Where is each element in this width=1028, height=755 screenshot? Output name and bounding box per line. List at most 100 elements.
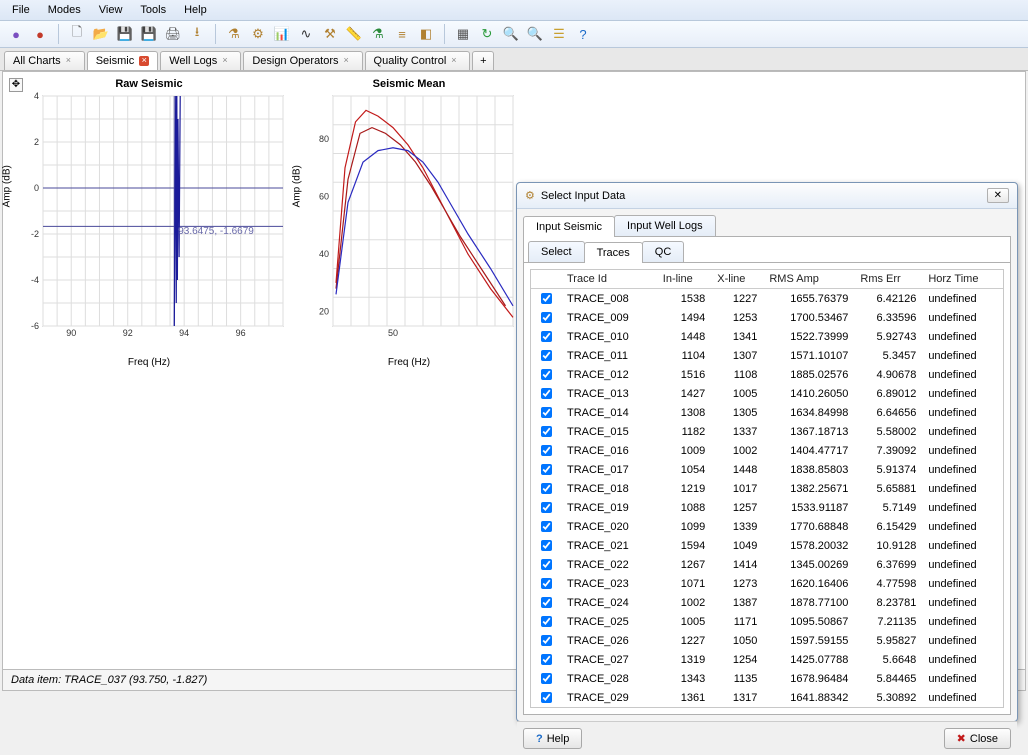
menu-modes[interactable]: Modes — [40, 2, 89, 18]
table-row[interactable]: TRACE_011110413071571.101075.3457undefin… — [531, 346, 1003, 365]
table-row[interactable]: TRACE_015118213371367.187135.58002undefi… — [531, 422, 1003, 441]
inner-tab-select[interactable]: Select — [528, 241, 585, 262]
menu-file[interactable]: File — [4, 2, 38, 18]
tab-all-charts[interactable]: All Charts× — [4, 51, 85, 70]
ruler-icon[interactable]: 📏 — [344, 24, 364, 44]
tab-close-icon[interactable]: × — [139, 56, 149, 66]
row-checkbox[interactable] — [541, 483, 552, 494]
sphere-red-icon[interactable]: ● — [30, 24, 50, 44]
row-checkbox[interactable] — [541, 578, 552, 589]
row-checkbox[interactable] — [541, 540, 552, 551]
table-row[interactable]: TRACE_019108812571533.911875.7149undefin… — [531, 498, 1003, 517]
table-row[interactable]: TRACE_014130813051634.849986.64656undefi… — [531, 403, 1003, 422]
menu-tools[interactable]: Tools — [132, 2, 174, 18]
col-x-line[interactable]: X-line — [711, 270, 763, 289]
open-folder-icon[interactable]: 📂 — [91, 24, 111, 44]
table-row[interactable]: TRACE_021159410491578.2003210.9128undefi… — [531, 536, 1003, 555]
row-checkbox[interactable] — [541, 521, 552, 532]
export-icon[interactable]: ⭳ — [187, 24, 207, 44]
flask-icon[interactable]: ⚗ — [368, 24, 388, 44]
dialog-close-x[interactable]: ✕ — [987, 188, 1009, 203]
table-row[interactable]: TRACE_018121910171382.256715.65881undefi… — [531, 479, 1003, 498]
outer-tab-input-seismic[interactable]: Input Seismic — [523, 216, 615, 237]
row-checkbox[interactable] — [541, 502, 552, 513]
help-icon[interactable]: ? — [573, 24, 593, 44]
inner-tab-traces[interactable]: Traces — [584, 242, 643, 263]
row-checkbox[interactable] — [541, 654, 552, 665]
row-checkbox[interactable] — [541, 331, 552, 342]
print-icon[interactable]: 🖨 — [163, 24, 183, 44]
tab-close-icon[interactable]: × — [66, 56, 76, 66]
cube-icon[interactable]: ◧ — [416, 24, 436, 44]
add-tab-button[interactable]: + — [472, 51, 494, 70]
row-checkbox[interactable] — [541, 692, 552, 703]
sliders-icon[interactable]: ⚒ — [320, 24, 340, 44]
col-rms-amp[interactable]: RMS Amp — [763, 270, 854, 289]
wizard-icon[interactable]: ⚗ — [224, 24, 244, 44]
tab-well-logs[interactable]: Well Logs× — [160, 51, 241, 70]
row-checkbox[interactable] — [541, 445, 552, 456]
tab-close-icon[interactable]: × — [451, 56, 461, 66]
sphere-purple-icon[interactable]: ● — [6, 24, 26, 44]
outer-tab-input-well-logs[interactable]: Input Well Logs — [614, 215, 716, 236]
table-row[interactable]: TRACE_010144813411522.739995.92743undefi… — [531, 327, 1003, 346]
menu-help[interactable]: Help — [176, 2, 215, 18]
traces-table-wrap[interactable]: Trace IdIn-lineX-lineRMS AmpRms ErrHorz … — [530, 269, 1004, 708]
row-checkbox[interactable] — [541, 426, 552, 437]
tab-quality-control[interactable]: Quality Control× — [365, 51, 471, 70]
col-rms-err[interactable]: Rms Err — [854, 270, 922, 289]
col-trace-id[interactable]: Trace Id — [561, 270, 657, 289]
table-row[interactable]: TRACE_025100511711095.508677.21135undefi… — [531, 612, 1003, 631]
save-all-icon[interactable]: 💾 — [139, 24, 159, 44]
chart-icon[interactable]: 📊 — [272, 24, 292, 44]
row-checkbox[interactable] — [541, 616, 552, 627]
row-checkbox[interactable] — [541, 635, 552, 646]
save-icon[interactable]: 💾 — [115, 24, 135, 44]
gears-icon[interactable]: ⚙ — [248, 24, 268, 44]
zoom-in-icon[interactable]: 🔍 — [501, 24, 521, 44]
row-checkbox[interactable] — [541, 464, 552, 475]
help-button[interactable]: ? Help — [523, 728, 582, 749]
chart-plot[interactable]: 90929496-6-4-2024 — [9, 92, 289, 352]
row-checkbox[interactable] — [541, 350, 552, 361]
row-checkbox[interactable] — [541, 673, 552, 684]
col-in-line[interactable]: In-line — [657, 270, 711, 289]
table-row[interactable]: TRACE_020109913391770.688486.15429undefi… — [531, 517, 1003, 536]
zoom-out-icon[interactable]: 🔍 — [525, 24, 545, 44]
stack-icon[interactable]: ☰ — [549, 24, 569, 44]
waveform-icon[interactable]: ∿ — [296, 24, 316, 44]
table-row[interactable]: TRACE_027131912541425.077885.6648undefin… — [531, 650, 1003, 669]
row-checkbox[interactable] — [541, 293, 552, 304]
tab-close-icon[interactable]: × — [344, 56, 354, 66]
table-row[interactable]: TRACE_026122710501597.591555.95827undefi… — [531, 631, 1003, 650]
table-row[interactable]: TRACE_008153812271655.763796.42126undefi… — [531, 289, 1003, 309]
table-row[interactable]: TRACE_013142710051410.260506.89012undefi… — [531, 384, 1003, 403]
col-horz-time[interactable]: Horz Time — [922, 270, 1003, 289]
row-checkbox[interactable] — [541, 597, 552, 608]
table-row[interactable]: TRACE_023107112731620.164064.77598undefi… — [531, 574, 1003, 593]
row-checkbox[interactable] — [541, 407, 552, 418]
chart-plot[interactable]: 5020406080 — [299, 92, 519, 352]
table-row[interactable]: TRACE_017105414481838.858035.91374undefi… — [531, 460, 1003, 479]
table-row[interactable]: TRACE_012151611081885.025764.90678undefi… — [531, 365, 1003, 384]
dialog-titlebar[interactable]: ⚙ Select Input Data ✕ — [517, 183, 1017, 209]
layers-icon[interactable]: ≡ — [392, 24, 412, 44]
table-row[interactable]: TRACE_024100213871878.771008.23781undefi… — [531, 593, 1003, 612]
table-row[interactable]: TRACE_022126714141345.002696.37699undefi… — [531, 555, 1003, 574]
row-checkbox[interactable] — [541, 312, 552, 323]
menu-view[interactable]: View — [91, 2, 131, 18]
table-row[interactable]: TRACE_009149412531700.534676.33596undefi… — [531, 308, 1003, 327]
table-row[interactable]: TRACE_016100910021404.477177.39092undefi… — [531, 441, 1003, 460]
inner-tab-qc[interactable]: QC — [642, 241, 685, 262]
tab-seismic[interactable]: Seismic× — [87, 51, 159, 70]
refresh-icon[interactable]: ↻ — [477, 24, 497, 44]
new-doc-icon[interactable]: 🗋 — [67, 24, 87, 44]
table-row[interactable]: TRACE_028134311351678.964845.84465undefi… — [531, 669, 1003, 688]
row-checkbox[interactable] — [541, 388, 552, 399]
row-checkbox[interactable] — [541, 369, 552, 380]
row-checkbox[interactable] — [541, 559, 552, 570]
tab-design-operators[interactable]: Design Operators× — [243, 51, 362, 70]
close-button[interactable]: ✖ Close — [944, 728, 1011, 749]
table-row[interactable]: TRACE_029136113171641.883425.30892undefi… — [531, 688, 1003, 707]
grid-icon[interactable]: ▦ — [453, 24, 473, 44]
